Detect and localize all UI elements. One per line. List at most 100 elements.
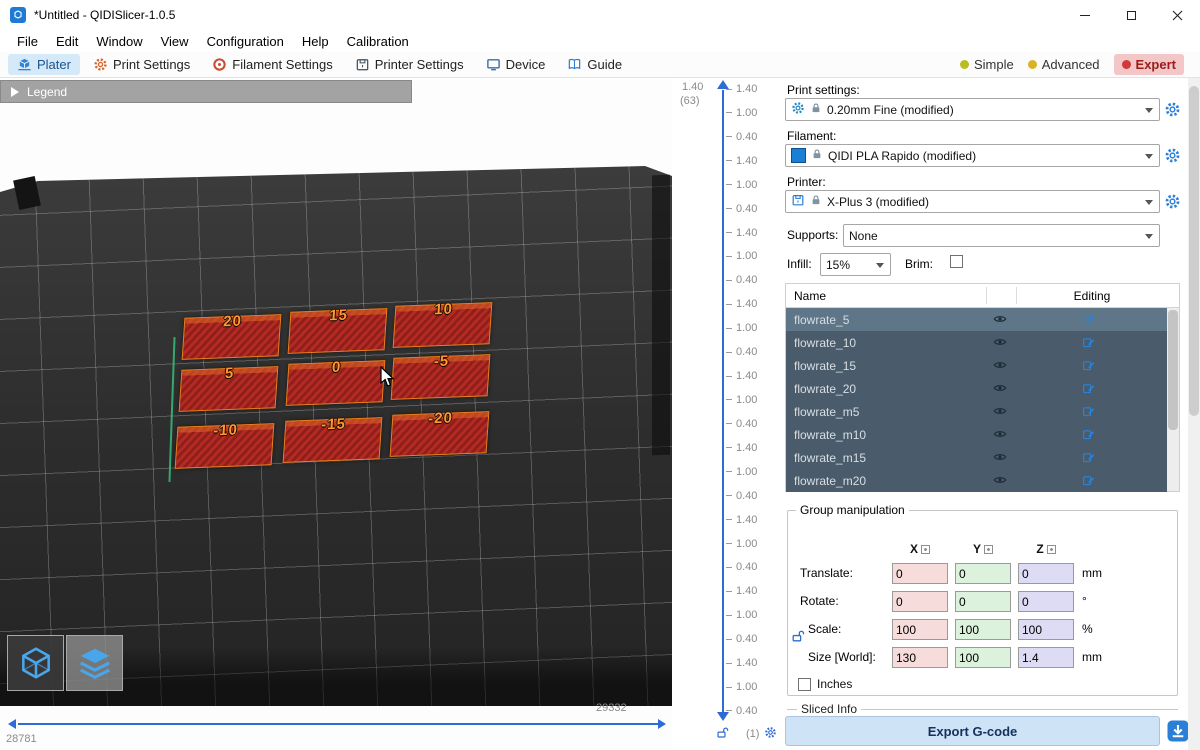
tab-filament-settings[interactable]: Filament Settings xyxy=(203,54,341,75)
menu-view[interactable]: View xyxy=(152,32,198,51)
model-patch-m5[interactable]: -5 xyxy=(391,354,491,400)
edit-icon[interactable] xyxy=(1082,405,1095,421)
inches-checkbox[interactable] xyxy=(798,678,811,691)
view-layers-button[interactable] xyxy=(66,635,123,691)
mode-expert[interactable]: Expert xyxy=(1114,54,1184,75)
size-x-input[interactable] xyxy=(892,647,948,668)
rotate-x-input[interactable] xyxy=(892,591,948,612)
export-gcode-button[interactable]: Export G-code xyxy=(785,716,1160,746)
object-row[interactable]: flowrate_m5 xyxy=(786,400,1167,423)
edit-icon[interactable] xyxy=(1082,474,1095,490)
tab-plater[interactable]: Plater xyxy=(8,54,80,75)
translate-x-input[interactable] xyxy=(892,563,948,584)
menu-window[interactable]: Window xyxy=(87,32,151,51)
size-z-input[interactable] xyxy=(1018,647,1074,668)
object-row[interactable]: flowrate_5 xyxy=(786,308,1167,331)
brim-checkbox[interactable] xyxy=(950,255,963,268)
move-slider-right-arrow[interactable] xyxy=(658,719,666,729)
tab-guide[interactable]: Guide xyxy=(558,54,631,75)
model-patch-m15[interactable]: -15 xyxy=(283,417,383,463)
tab-printer-settings[interactable]: Printer Settings xyxy=(346,54,473,75)
name-column-header[interactable]: Name xyxy=(794,289,826,303)
menu-configuration[interactable]: Configuration xyxy=(198,32,293,51)
view-3d-button[interactable] xyxy=(7,635,64,691)
move-slider[interactable] xyxy=(18,723,658,725)
layer-tick: 0.40 xyxy=(726,203,782,215)
rotate-z-input[interactable] xyxy=(1018,591,1074,612)
edit-icon[interactable] xyxy=(1082,313,1095,329)
eye-icon[interactable] xyxy=(993,404,1007,421)
eye-icon[interactable] xyxy=(993,335,1007,352)
filament-combo[interactable]: QIDI PLA Rapido (modified) xyxy=(785,144,1160,167)
model-patch-5[interactable]: 5 xyxy=(179,366,279,412)
object-list-scrollbar[interactable] xyxy=(1167,308,1179,491)
translate-z-input[interactable] xyxy=(1018,563,1074,584)
maximize-button[interactable] xyxy=(1108,0,1154,30)
object-row[interactable]: flowrate_m15 xyxy=(786,446,1167,469)
printer-gear-button[interactable] xyxy=(1164,193,1181,213)
rotate-label: Rotate: xyxy=(800,594,839,608)
model-patch-m20[interactable]: -20 xyxy=(390,411,490,457)
move-slider-left-arrow[interactable] xyxy=(8,719,16,729)
supports-combo[interactable]: None xyxy=(843,224,1160,247)
mode-simple[interactable]: Simple xyxy=(960,57,1014,72)
filament-gear-button[interactable] xyxy=(1164,147,1181,167)
chevron-down-icon xyxy=(1145,200,1153,205)
eye-icon[interactable] xyxy=(993,450,1007,467)
translate-y-input[interactable] xyxy=(955,563,1011,584)
close-button[interactable] xyxy=(1154,0,1200,30)
object-row[interactable]: flowrate_15 xyxy=(786,354,1167,377)
layer-tick: 1.00 xyxy=(726,609,782,621)
edit-icon[interactable] xyxy=(1082,336,1095,352)
tab-device[interactable]: Device xyxy=(477,54,555,75)
menu-help[interactable]: Help xyxy=(293,32,338,51)
edit-icon[interactable] xyxy=(1082,428,1095,444)
edit-icon[interactable] xyxy=(1082,451,1095,467)
print-settings-gear-button[interactable] xyxy=(1164,101,1181,121)
viewport-3d[interactable]: 20 15 10 5 0 -5 -10 -15 -20 Legend 29332… xyxy=(0,78,672,750)
model-patch-15[interactable]: 15 xyxy=(288,308,388,354)
scrollbar-thumb[interactable] xyxy=(1189,86,1199,416)
model-patch-10[interactable]: 10 xyxy=(393,302,493,348)
layer-slider-lock-icon[interactable] xyxy=(716,726,729,742)
object-row[interactable]: flowrate_20 xyxy=(786,377,1167,400)
eye-icon[interactable] xyxy=(993,381,1007,398)
editing-column-header[interactable]: Editing xyxy=(1016,289,1168,303)
print-settings-combo[interactable]: 0.20mm Fine (modified) xyxy=(785,98,1160,121)
object-row[interactable]: flowrate_m10 xyxy=(786,423,1167,446)
eye-icon[interactable] xyxy=(993,358,1007,375)
edit-icon[interactable] xyxy=(1082,382,1095,398)
object-row[interactable]: flowrate_10 xyxy=(786,331,1167,354)
window-title: *Untitled - QIDISlicer-1.0.5 xyxy=(34,8,175,22)
model-patch-20[interactable]: 20 xyxy=(182,314,282,360)
layer-tick: 1.40 xyxy=(726,442,782,454)
eye-icon[interactable] xyxy=(993,427,1007,444)
scale-y-input[interactable] xyxy=(955,619,1011,640)
minimize-button[interactable] xyxy=(1062,0,1108,30)
tab-print-settings[interactable]: Print Settings xyxy=(84,54,199,75)
edit-icon[interactable] xyxy=(1082,359,1095,375)
patch-label: -20 xyxy=(393,408,489,429)
layer-slider-gear-icon[interactable] xyxy=(764,726,777,742)
rotate-y-input[interactable] xyxy=(955,591,1011,612)
mode-advanced[interactable]: Advanced xyxy=(1028,57,1100,72)
uniform-scale-lock-icon[interactable] xyxy=(791,629,805,646)
eye-icon[interactable] xyxy=(993,473,1007,490)
model-patch-m10[interactable]: -10 xyxy=(175,423,275,469)
printer-combo[interactable]: X-Plus 3 (modified) xyxy=(785,190,1160,213)
sidebar-scrollbar[interactable] xyxy=(1188,78,1200,750)
scale-x-input[interactable] xyxy=(892,619,948,640)
legend-bar[interactable]: Legend xyxy=(0,80,412,103)
object-row[interactable]: flowrate_m20 xyxy=(786,469,1167,492)
eye-icon[interactable] xyxy=(993,312,1007,329)
layer-slider[interactable] xyxy=(722,90,724,712)
infill-combo[interactable]: 15% xyxy=(820,253,891,276)
menu-file[interactable]: File xyxy=(8,32,47,51)
menu-edit[interactable]: Edit xyxy=(47,32,87,51)
scale-z-input[interactable] xyxy=(1018,619,1074,640)
export-options-icon[interactable] xyxy=(1166,719,1190,746)
model-patch-0[interactable]: 0 xyxy=(286,360,386,406)
scrollbar-thumb[interactable] xyxy=(1168,310,1178,430)
menu-calibration[interactable]: Calibration xyxy=(338,32,418,51)
size-y-input[interactable] xyxy=(955,647,1011,668)
